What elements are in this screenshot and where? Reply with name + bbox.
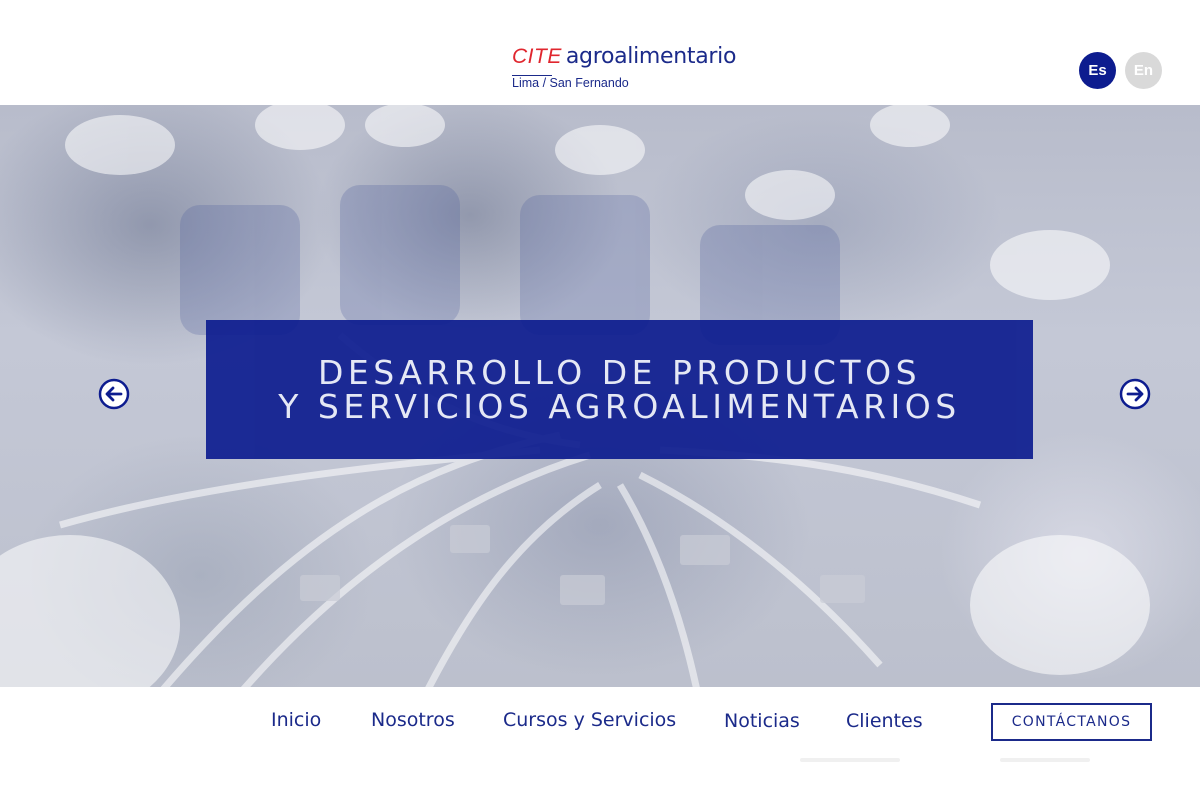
contact-button[interactable]: CONTÁCTANOS (991, 703, 1152, 741)
nav-item-clientes[interactable]: Clientes (846, 710, 923, 732)
site-logo[interactable]: CITE agroalimentario Lima / San Fernando (512, 44, 752, 94)
language-en-button[interactable]: En (1125, 52, 1162, 89)
slider-prev-button[interactable] (98, 378, 130, 410)
nav-item-noticias[interactable]: Noticias (724, 710, 800, 732)
hero-slider: DESARROLLO DE PRODUCTOS Y SERVICIOS AGRO… (0, 105, 1200, 687)
site-header: CITE agroalimentario Lima / San Fernando … (0, 0, 1200, 105)
hero-banner: DESARROLLO DE PRODUCTOS Y SERVICIOS AGRO… (206, 320, 1033, 459)
nav-item-cursos-servicios[interactable]: Cursos y Servicios (503, 709, 676, 731)
nav-item-inicio[interactable]: Inicio (271, 709, 321, 731)
logo-subtitle: Lima / San Fernando (512, 76, 629, 90)
logo-name-text: agroalimentario (565, 44, 737, 69)
logo-cite-text: CITE (512, 45, 562, 68)
main-nav: Inicio Nosotros Cursos y Servicios Notic… (0, 687, 1200, 800)
banner-title-line1: DESARROLLO DE PRODUCTOS (317, 352, 922, 392)
slider-next-button[interactable] (1119, 378, 1151, 410)
language-es-button[interactable]: Es (1079, 52, 1116, 89)
nav-item-nosotros[interactable]: Nosotros (371, 709, 455, 731)
nav-shadow (1000, 758, 1090, 762)
arrow-left-circle-icon (98, 378, 130, 410)
nav-shadow (800, 758, 900, 762)
arrow-right-circle-icon (1119, 378, 1151, 410)
banner-title-line2: Y SERVICIOS AGROALIMENTARIOS (278, 386, 961, 426)
